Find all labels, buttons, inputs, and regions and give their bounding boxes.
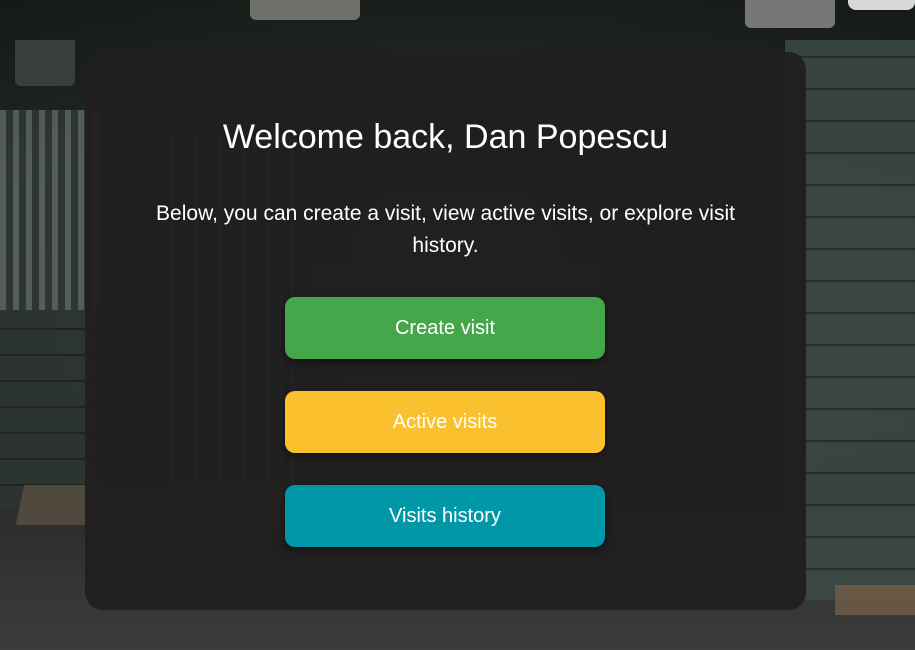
background-lamp [15,40,75,86]
background-lamp [745,0,835,28]
welcome-card: Welcome back, Dan Popescu Below, you can… [85,52,806,610]
visits-history-button[interactable]: Visits history [285,485,605,547]
page-description: Below, you can create a visit, view acti… [156,202,735,257]
create-visit-button[interactable]: Create visit [285,297,605,359]
active-visits-button[interactable]: Active visits [285,391,605,453]
background-table [835,585,915,615]
background-lamp [848,0,915,10]
background-lamp [250,0,360,20]
page-title: Welcome back, Dan Popescu [222,118,669,156]
